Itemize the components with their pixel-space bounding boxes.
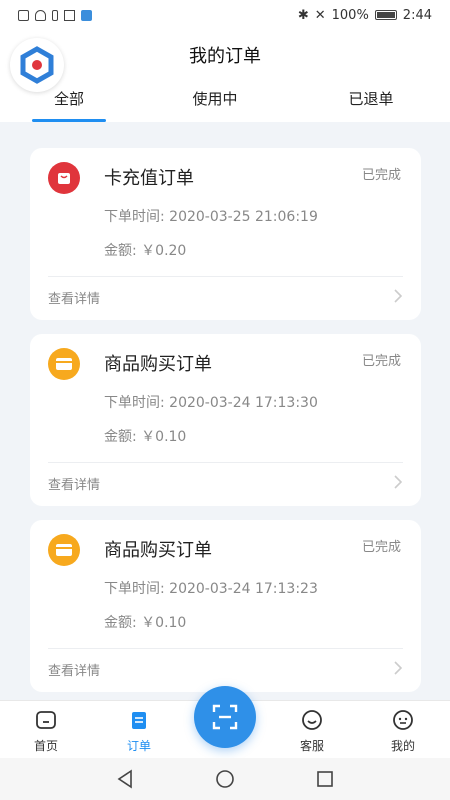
view-details-link[interactable]: 查看详情 bbox=[48, 474, 100, 493]
order-title: 商品购买订单 bbox=[104, 540, 212, 561]
chevron-right-icon bbox=[394, 661, 403, 675]
order-status: 已完成 bbox=[361, 354, 401, 369]
system-nav-bar bbox=[0, 758, 450, 800]
divider bbox=[48, 276, 403, 277]
scan-button[interactable] bbox=[194, 686, 256, 748]
order-icon bbox=[132, 712, 146, 729]
usb-icon bbox=[52, 9, 58, 21]
order-status: 已完成 bbox=[361, 168, 401, 183]
order-card[interactable]: 商品购买订单 已完成 下单时间: 2020-03-24 17:13:23 金额:… bbox=[30, 520, 421, 692]
nav-item-service[interactable]: 客服 bbox=[282, 709, 342, 754]
view-details-link[interactable]: 查看详情 bbox=[48, 288, 100, 307]
home-icon bbox=[36, 711, 56, 729]
sim-icon bbox=[18, 9, 29, 21]
order-amount: 金额: ￥0.20 bbox=[104, 243, 187, 259]
order-amount: 金额: ￥0.10 bbox=[104, 429, 187, 445]
tab-refunded[interactable]: 已退单 bbox=[326, 88, 416, 122]
status-icons-left bbox=[18, 9, 92, 21]
divider bbox=[48, 462, 403, 463]
nav-item-profile[interactable]: 我的 bbox=[373, 709, 433, 754]
nav-item-home[interactable]: 首页 bbox=[16, 709, 76, 754]
bluetooth-icon: ✱ bbox=[297, 7, 309, 23]
home-circle-icon[interactable] bbox=[214, 768, 236, 790]
clock: 2:44 bbox=[402, 7, 432, 23]
wifi-icon bbox=[35, 9, 46, 21]
recents-icon[interactable] bbox=[314, 768, 336, 790]
order-time: 下单时间: 2020-03-24 17:13:23 bbox=[104, 581, 318, 597]
profile-icon bbox=[393, 710, 413, 730]
bag-icon bbox=[48, 162, 80, 194]
order-card[interactable]: 商品购买订单 已完成 下单时间: 2020-03-24 17:13:30 金额:… bbox=[30, 334, 421, 506]
battery-icon bbox=[374, 10, 397, 20]
app-notification-icon bbox=[81, 9, 92, 21]
mute-icon: ✕ bbox=[314, 7, 326, 23]
service-icon bbox=[302, 710, 322, 730]
scan-icon bbox=[212, 704, 238, 730]
chevron-right-icon bbox=[394, 475, 403, 489]
order-title: 商品购买订单 bbox=[104, 354, 212, 375]
order-time: 下单时间: 2020-03-25 21:06:19 bbox=[104, 209, 318, 225]
divider bbox=[48, 648, 403, 649]
nav-label-profile: 我的 bbox=[390, 739, 415, 753]
card-icon bbox=[48, 534, 80, 566]
nav-label-orders: 订单 bbox=[126, 739, 151, 753]
card-icon bbox=[48, 348, 80, 380]
nav-label-service: 客服 bbox=[299, 739, 324, 753]
order-card[interactable]: 卡充值订单 已完成 下单时间: 2020-03-25 21:06:19 金额: … bbox=[30, 148, 421, 320]
status-icons-right: ✱ ✕ 100% 2:44 bbox=[298, 8, 432, 23]
tab-all[interactable]: 全部 bbox=[24, 88, 114, 122]
page-title: 我的订单 bbox=[189, 46, 261, 67]
order-tabs: 全部 使用中 已退单 bbox=[0, 88, 450, 122]
order-status: 已完成 bbox=[361, 540, 401, 555]
nav-label-home: 首页 bbox=[33, 739, 58, 753]
view-details-link[interactable]: 查看详情 bbox=[48, 660, 100, 679]
chevron-right-icon bbox=[394, 289, 403, 303]
warning-icon bbox=[64, 9, 75, 21]
back-icon[interactable] bbox=[114, 768, 136, 790]
status-bar: ✱ ✕ 100% 2:44 bbox=[0, 0, 450, 30]
order-title: 卡充值订单 bbox=[104, 168, 194, 189]
nav-item-orders[interactable]: 订单 bbox=[109, 709, 169, 754]
tab-in-use[interactable]: 使用中 bbox=[170, 88, 260, 122]
order-amount: 金额: ￥0.10 bbox=[104, 615, 187, 631]
order-time: 下单时间: 2020-03-24 17:13:30 bbox=[104, 395, 318, 411]
battery-percent: 100% bbox=[331, 7, 369, 23]
header: 我的订单 全部 使用中 已退单 bbox=[0, 30, 450, 122]
